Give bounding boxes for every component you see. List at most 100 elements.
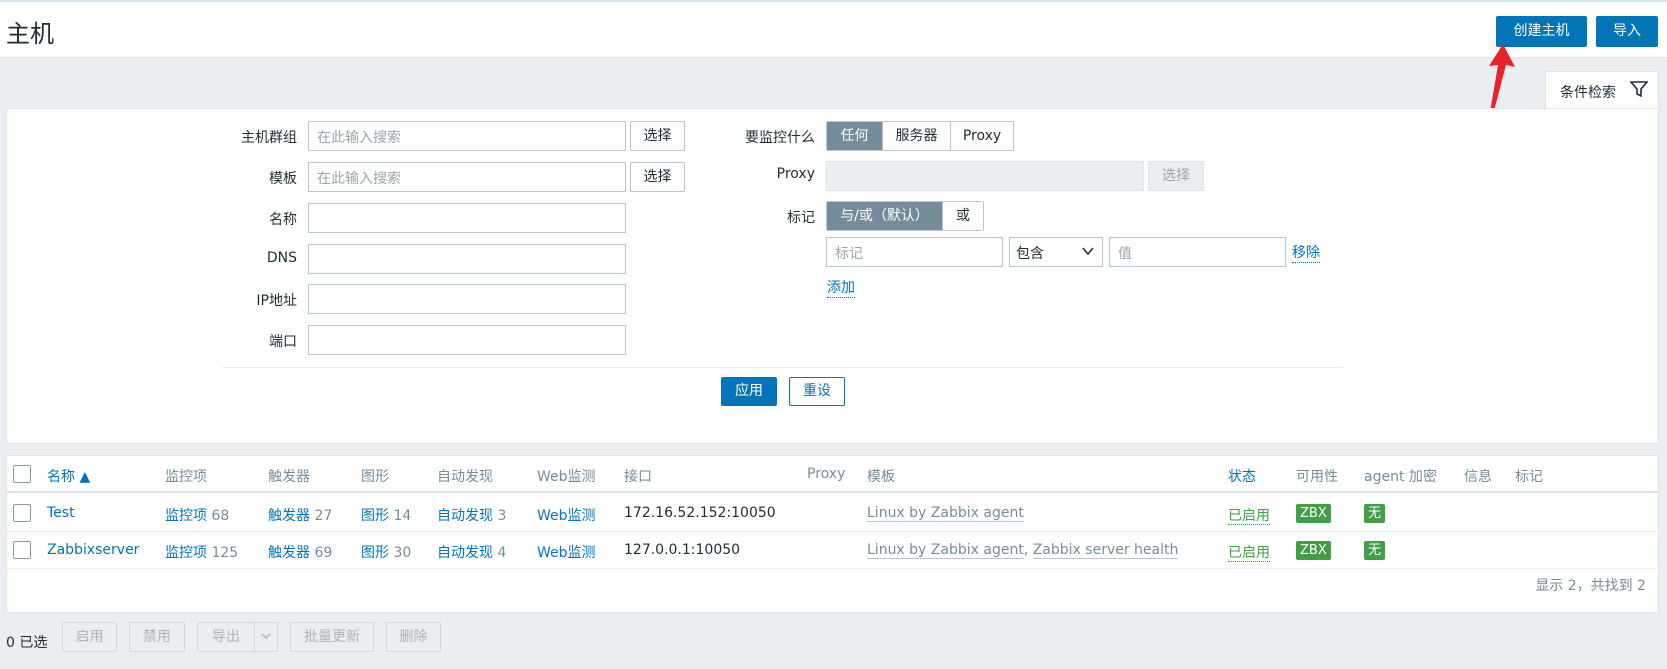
graphs-link[interactable]: 图形 — [361, 508, 389, 524]
add-tag-link[interactable]: 添加 — [827, 277, 855, 298]
column-items: 监控项 — [165, 469, 207, 485]
port-input[interactable] — [308, 325, 626, 355]
encryption-badge: 无 — [1364, 504, 1386, 523]
host-groups-input[interactable]: 在此输入搜索 — [308, 121, 626, 151]
interface-cell: 172.16.52.152:10050 — [624, 505, 776, 521]
apply-button[interactable]: 应用 — [721, 377, 777, 406]
template-link[interactable]: Zabbix server health — [1032, 542, 1179, 559]
triggers-cell: 触发器 27 — [268, 505, 332, 525]
tag-name-input[interactable]: 标记 — [826, 237, 1003, 267]
encryption-badge: 无 — [1364, 541, 1386, 560]
filter-divider — [223, 367, 1343, 368]
import-button[interactable]: 导入 — [1596, 16, 1658, 47]
select-all-checkbox[interactable] — [13, 465, 31, 483]
monitored-by-proxy[interactable]: Proxy — [951, 122, 1013, 150]
port-label: 端口 — [269, 334, 297, 350]
enable-button[interactable]: 启用 — [62, 622, 117, 652]
discovery-link[interactable]: 自动发现 — [437, 508, 493, 524]
filter-panel: 主机群组 在此输入搜索 选择 模板 在此输入搜索 选择 名称 DNS IP地址 … — [6, 108, 1659, 444]
host-groups-label: 主机群组 — [241, 130, 297, 146]
items-link[interactable]: 监控项 — [165, 545, 207, 561]
column-encryption: agent 加密 — [1364, 469, 1437, 485]
templates-cell: Linux by Zabbix agent — [867, 505, 1024, 522]
monitored-by-server[interactable]: 服务器 — [883, 122, 951, 150]
column-info: 信息 — [1464, 469, 1492, 485]
page-header: 主机 创建主机 导入 — [0, 0, 1667, 58]
filter-tab-label: 条件检索 — [1560, 85, 1616, 101]
reset-button[interactable]: 重设 — [789, 377, 845, 406]
graphs-link[interactable]: 图形 — [361, 545, 389, 561]
status-toggle[interactable]: 已启用 — [1228, 508, 1270, 525]
items-cell: 监控项 125 — [165, 542, 238, 562]
templates-select-button[interactable]: 选择 — [630, 162, 685, 192]
status-cell: 已启用 — [1228, 505, 1270, 525]
results-count: 显示 2，共找到 2 — [1535, 578, 1646, 594]
ip-input[interactable] — [308, 284, 626, 314]
hosts-table: 名称 ▲ 监控项 触发器 图形 自动发现 Web监测 接口 Proxy 模板 状… — [6, 455, 1659, 613]
export-button[interactable]: 导出 — [197, 622, 254, 652]
host-name-link[interactable]: Test — [47, 505, 75, 521]
template-separator: , — [1023, 542, 1029, 558]
discovery-cell: 自动发现 4 — [437, 542, 506, 562]
table-row: Test 监控项 68 触发器 27 图形 14 自动发现 3 Web监测 17… — [7, 495, 1658, 532]
discovery-link[interactable]: 自动发现 — [437, 545, 493, 561]
column-proxy: Proxy — [807, 466, 846, 482]
chevron-down-icon — [1082, 245, 1094, 261]
template-link[interactable]: Linux by Zabbix agent — [867, 542, 1024, 559]
row-checkbox[interactable] — [13, 504, 31, 522]
dns-label: DNS — [266, 250, 297, 266]
column-discovery: 自动发现 — [437, 469, 493, 485]
monitored-by-segmented: 任何 服务器 Proxy — [826, 121, 1014, 151]
tags-mode-or[interactable]: 或 — [943, 202, 983, 230]
disable-button[interactable]: 禁用 — [129, 622, 185, 652]
status-toggle[interactable]: 已启用 — [1228, 545, 1270, 562]
discovery-count: 3 — [497, 508, 507, 524]
tag-value-input[interactable]: 值 — [1109, 237, 1286, 267]
monitored-by-any[interactable]: 任何 — [827, 122, 883, 150]
triggers-link[interactable]: 触发器 — [268, 545, 310, 561]
triggers-link[interactable]: 触发器 — [268, 508, 310, 524]
zbx-availability-badge: ZBX — [1296, 541, 1331, 560]
export-dropdown-button[interactable] — [254, 622, 278, 652]
row-checkbox[interactable] — [13, 541, 31, 559]
column-web: Web监测 — [537, 469, 596, 485]
graphs-count: 14 — [393, 508, 412, 524]
column-graphs: 图形 — [361, 469, 389, 485]
filter-tab[interactable]: 条件检索 — [1545, 71, 1659, 109]
tags-mode-segmented: 与/或（默认） 或 — [826, 201, 984, 231]
name-label: 名称 — [269, 212, 297, 228]
column-tags: 标记 — [1515, 469, 1543, 485]
host-name-link[interactable]: Zabbixserver — [47, 542, 139, 558]
ip-label: IP地址 — [256, 293, 297, 309]
chevron-down-icon — [261, 633, 271, 639]
name-input[interactable] — [308, 203, 626, 233]
column-interface: 接口 — [624, 469, 652, 485]
interface-cell: 127.0.0.1:10050 — [624, 542, 741, 558]
mass-update-button[interactable]: 批量更新 — [290, 622, 374, 652]
template-link[interactable]: Linux by Zabbix agent — [867, 505, 1024, 522]
web-link[interactable]: Web监测 — [537, 505, 596, 525]
delete-button[interactable]: 删除 — [386, 622, 441, 652]
dns-input[interactable] — [308, 244, 626, 274]
triggers-count: 27 — [314, 508, 333, 524]
items-link[interactable]: 监控项 — [165, 508, 207, 524]
filter-icon — [1629, 80, 1649, 102]
graphs-count: 30 — [393, 545, 412, 561]
tag-operator-select[interactable]: 包含 — [1009, 237, 1103, 267]
graphs-cell: 图形 30 — [361, 542, 411, 562]
proxy-label: Proxy — [776, 166, 815, 182]
remove-tag-link[interactable]: 移除 — [1292, 242, 1320, 263]
proxy-input — [826, 161, 1144, 191]
column-name[interactable]: 名称 ▲ — [47, 466, 90, 486]
column-templates: 模板 — [867, 469, 895, 485]
tags-mode-and-or[interactable]: 与/或（默认） — [827, 202, 943, 230]
web-link[interactable]: Web监测 — [537, 542, 596, 562]
column-status[interactable]: 状态 — [1228, 466, 1256, 486]
host-groups-select-button[interactable]: 选择 — [630, 121, 685, 151]
items-cell: 监控项 68 — [165, 505, 229, 525]
discovery-count: 4 — [497, 545, 507, 561]
triggers-cell: 触发器 69 — [268, 542, 332, 562]
items-count: 125 — [211, 545, 239, 561]
zbx-availability-badge: ZBX — [1296, 504, 1331, 523]
templates-input[interactable]: 在此输入搜索 — [308, 162, 626, 192]
